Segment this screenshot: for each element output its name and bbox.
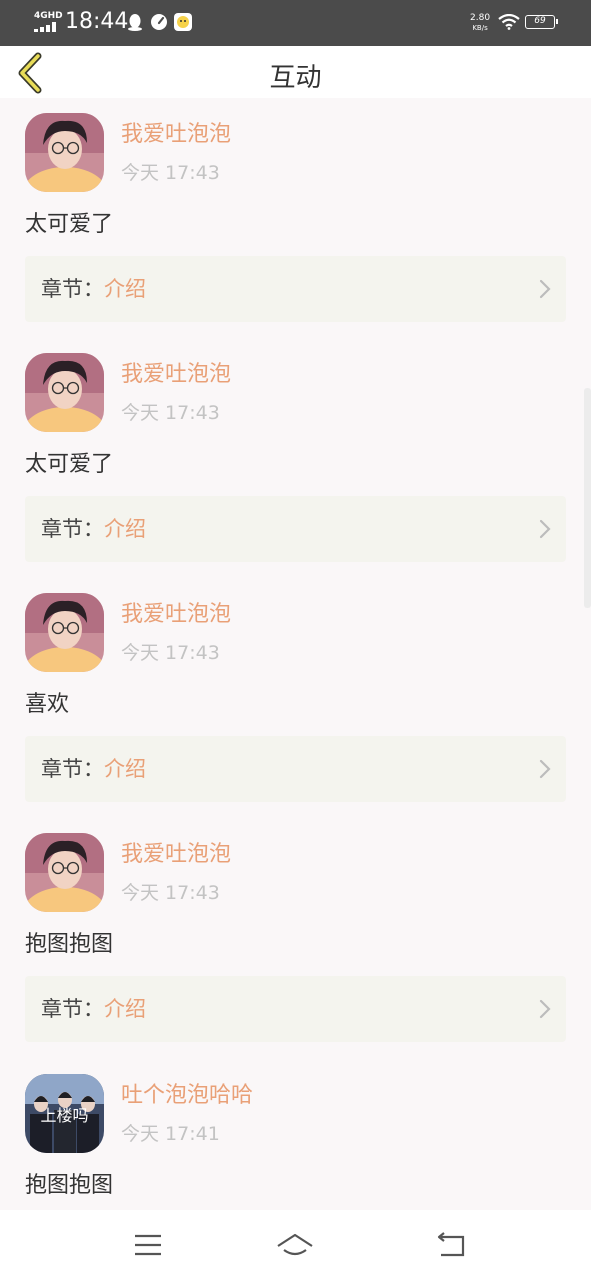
chapter-name: 介绍 [104, 517, 146, 541]
comment-text: 抱图抱图 [25, 1173, 114, 1198]
chapter-link[interactable]: 章节：介绍 [25, 256, 566, 322]
chapter-name: 介绍 [104, 277, 146, 301]
chevron-right-icon [539, 999, 551, 1019]
timestamp: 今天 17:43 [121, 882, 220, 904]
username[interactable]: 我爱吐泡泡 [121, 600, 231, 630]
list-item: 我爱吐泡泡 今天 17:43 抱图抱图 章节：介绍 [0, 818, 591, 1058]
list-item: 我爱吐泡泡 今天 17:43 喜欢 章节：介绍 [0, 578, 591, 818]
list-item: 我爱吐泡泡 今天 17:43 太可爱了 章节：介绍 [0, 338, 591, 578]
chapter-link[interactable]: 章节：介绍 [25, 496, 566, 562]
chapter-link[interactable]: 章节：介绍 [25, 976, 566, 1042]
menu-icon[interactable] [128, 1228, 168, 1262]
username[interactable]: 吐个泡泡哈哈 [121, 1081, 253, 1111]
avatar[interactable] [25, 113, 104, 192]
chapter-prefix: 章节： [41, 517, 104, 541]
network-speed: 2.80 KB/s [470, 13, 491, 32]
chapter-prefix: 章节： [41, 997, 104, 1021]
chapter-label: 章节：介绍 [41, 274, 146, 304]
list-item: 上楼吗 吐个泡泡哈哈 今天 17:41 抱图抱图 [0, 1059, 591, 1210]
scrollbar[interactable] [584, 388, 591, 608]
qq-icon [128, 14, 142, 31]
avatar-image [25, 353, 104, 432]
username[interactable]: 我爱吐泡泡 [121, 360, 231, 390]
network-type: 4GHD [34, 11, 63, 21]
username[interactable]: 我爱吐泡泡 [121, 120, 231, 150]
username[interactable]: 我爱吐泡泡 [121, 840, 231, 870]
emoji-app-icon [174, 13, 192, 31]
system-nav-bar [0, 1210, 591, 1280]
timestamp: 今天 17:41 [121, 1123, 220, 1145]
avatar-image [25, 833, 104, 912]
avatar[interactable] [25, 833, 104, 912]
avatar[interactable]: 上楼吗 [25, 1074, 104, 1153]
list-item: 我爱吐泡泡 今天 17:43 太可爱了 章节：介绍 [0, 98, 591, 338]
chevron-right-icon [539, 279, 551, 299]
avatar[interactable] [25, 593, 104, 672]
signal-icon [34, 22, 56, 32]
comment-text: 太可爱了 [25, 452, 114, 477]
avatar-image [25, 593, 104, 672]
timestamp: 今天 17:43 [121, 402, 220, 424]
chapter-link[interactable]: 章节：介绍 [25, 736, 566, 802]
chapter-label: 章节：介绍 [41, 994, 146, 1024]
comment-text: 太可爱了 [25, 212, 114, 237]
comment-text: 抱图抱图 [25, 932, 114, 957]
clock: 18:44 [65, 9, 129, 34]
comment-text: 喜欢 [25, 692, 70, 717]
timestamp: 今天 17:43 [121, 162, 220, 184]
page-title: 互动 [269, 63, 322, 93]
chapter-prefix: 章节： [41, 277, 104, 301]
chevron-right-icon [539, 519, 551, 539]
chapter-label: 章节：介绍 [41, 754, 146, 784]
battery-icon: 69 [525, 15, 558, 29]
back-icon[interactable] [430, 1228, 470, 1262]
chapter-name: 介绍 [104, 757, 146, 781]
wifi-icon [498, 14, 520, 30]
app-header: 互动 [0, 46, 591, 98]
avatar[interactable] [25, 353, 104, 432]
speedometer-icon [151, 14, 167, 30]
home-icon[interactable] [275, 1228, 315, 1262]
chapter-prefix: 章节： [41, 757, 104, 781]
avatar-caption: 上楼吗 [40, 1106, 89, 1125]
status-bar: 4GHD 18:44 2.80 KB/s 69 [0, 0, 591, 46]
chapter-name: 介绍 [104, 997, 146, 1021]
timestamp: 今天 17:43 [121, 642, 220, 664]
chapter-label: 章节：介绍 [41, 514, 146, 544]
avatar-image [25, 113, 104, 192]
interaction-list[interactable]: 我爱吐泡泡 今天 17:43 太可爱了 章节：介绍 我爱吐泡泡 今天 17:43… [0, 98, 591, 1210]
chevron-right-icon [539, 759, 551, 779]
